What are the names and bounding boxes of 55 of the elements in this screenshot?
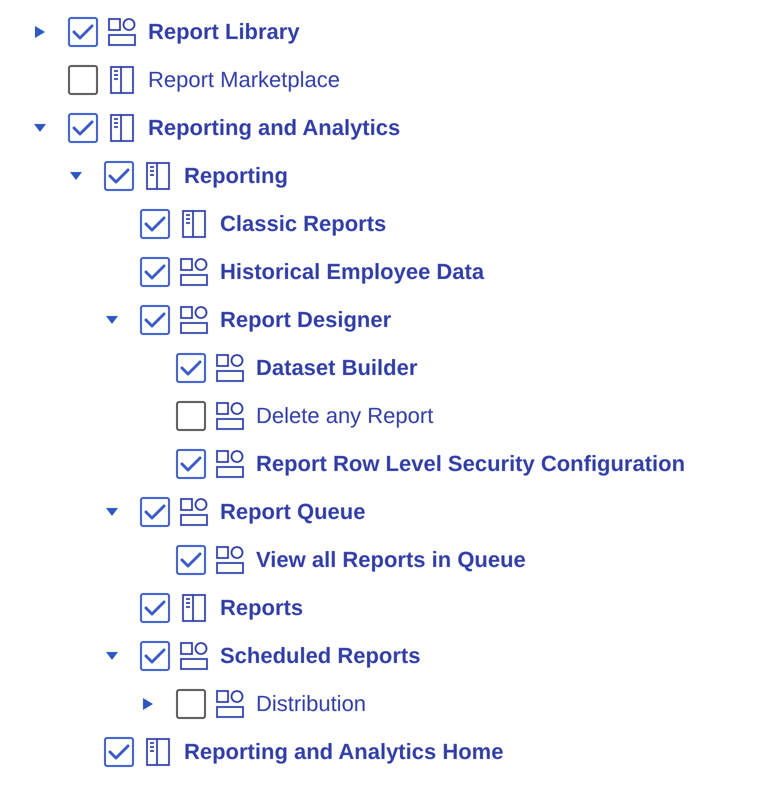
widgets-icon [180,306,208,334]
tree-item-label[interactable]: Report Row Level Security Configuration [256,451,686,477]
widgets-icon [180,642,208,670]
tree-item-label[interactable]: Report Marketplace [148,67,340,93]
tree-item-label[interactable]: Scheduled Reports [220,643,420,669]
widgets-icon [108,18,136,46]
tree-item-label[interactable]: Reporting and Analytics Home [184,739,504,765]
widgets-icon [180,498,208,526]
checkbox[interactable] [140,209,170,239]
checkbox[interactable] [140,497,170,527]
collapse-arrow-icon[interactable] [106,650,118,662]
tree-item-label[interactable]: Reports [220,595,304,621]
collapse-arrow-icon[interactable] [106,314,118,326]
page-icon [144,162,172,190]
widgets-icon [216,402,244,430]
widgets-icon [180,258,208,286]
checkbox[interactable] [140,593,170,623]
page-icon [108,114,136,142]
checkbox[interactable] [176,689,206,719]
checkbox[interactable] [176,401,206,431]
checkbox[interactable] [68,65,98,95]
checkbox[interactable] [68,17,98,47]
tree-item-label[interactable]: View all Reports in Queue [256,547,526,573]
tree-item-label[interactable]: Reporting and Analytics [148,115,400,141]
tree-item-label[interactable]: Historical Employee Data [220,259,484,285]
tree-item-label[interactable]: Classic Reports [220,211,386,237]
widgets-icon [216,450,244,478]
checkbox[interactable] [140,257,170,287]
collapse-arrow-icon[interactable] [34,122,46,134]
checkbox[interactable] [104,737,134,767]
checkbox[interactable] [176,449,206,479]
page-icon [180,594,208,622]
tree-item-label[interactable]: Dataset Builder [256,355,418,381]
tree-item-label[interactable]: Report Designer [220,307,392,333]
checkbox[interactable] [68,113,98,143]
widgets-icon [216,354,244,382]
page-icon [108,66,136,94]
expand-arrow-icon[interactable] [34,26,46,38]
checkbox[interactable] [176,353,206,383]
tree-item-label[interactable]: Delete any Report [256,403,434,429]
widgets-icon [216,546,244,574]
collapse-arrow-icon[interactable] [70,170,82,182]
checkbox[interactable] [104,161,134,191]
checkbox[interactable] [140,641,170,671]
checkbox[interactable] [176,545,206,575]
page-icon [180,210,208,238]
tree-item-label[interactable]: Reporting [184,163,288,189]
widgets-icon [216,690,244,718]
collapse-arrow-icon[interactable] [106,506,118,518]
checkbox[interactable] [140,305,170,335]
page-icon [144,738,172,766]
tree-item-label[interactable]: Report Library [148,19,300,45]
expand-arrow-icon[interactable] [142,698,154,710]
tree-item-label[interactable]: Distribution [256,691,366,717]
tree-item-label[interactable]: Report Queue [220,499,366,525]
